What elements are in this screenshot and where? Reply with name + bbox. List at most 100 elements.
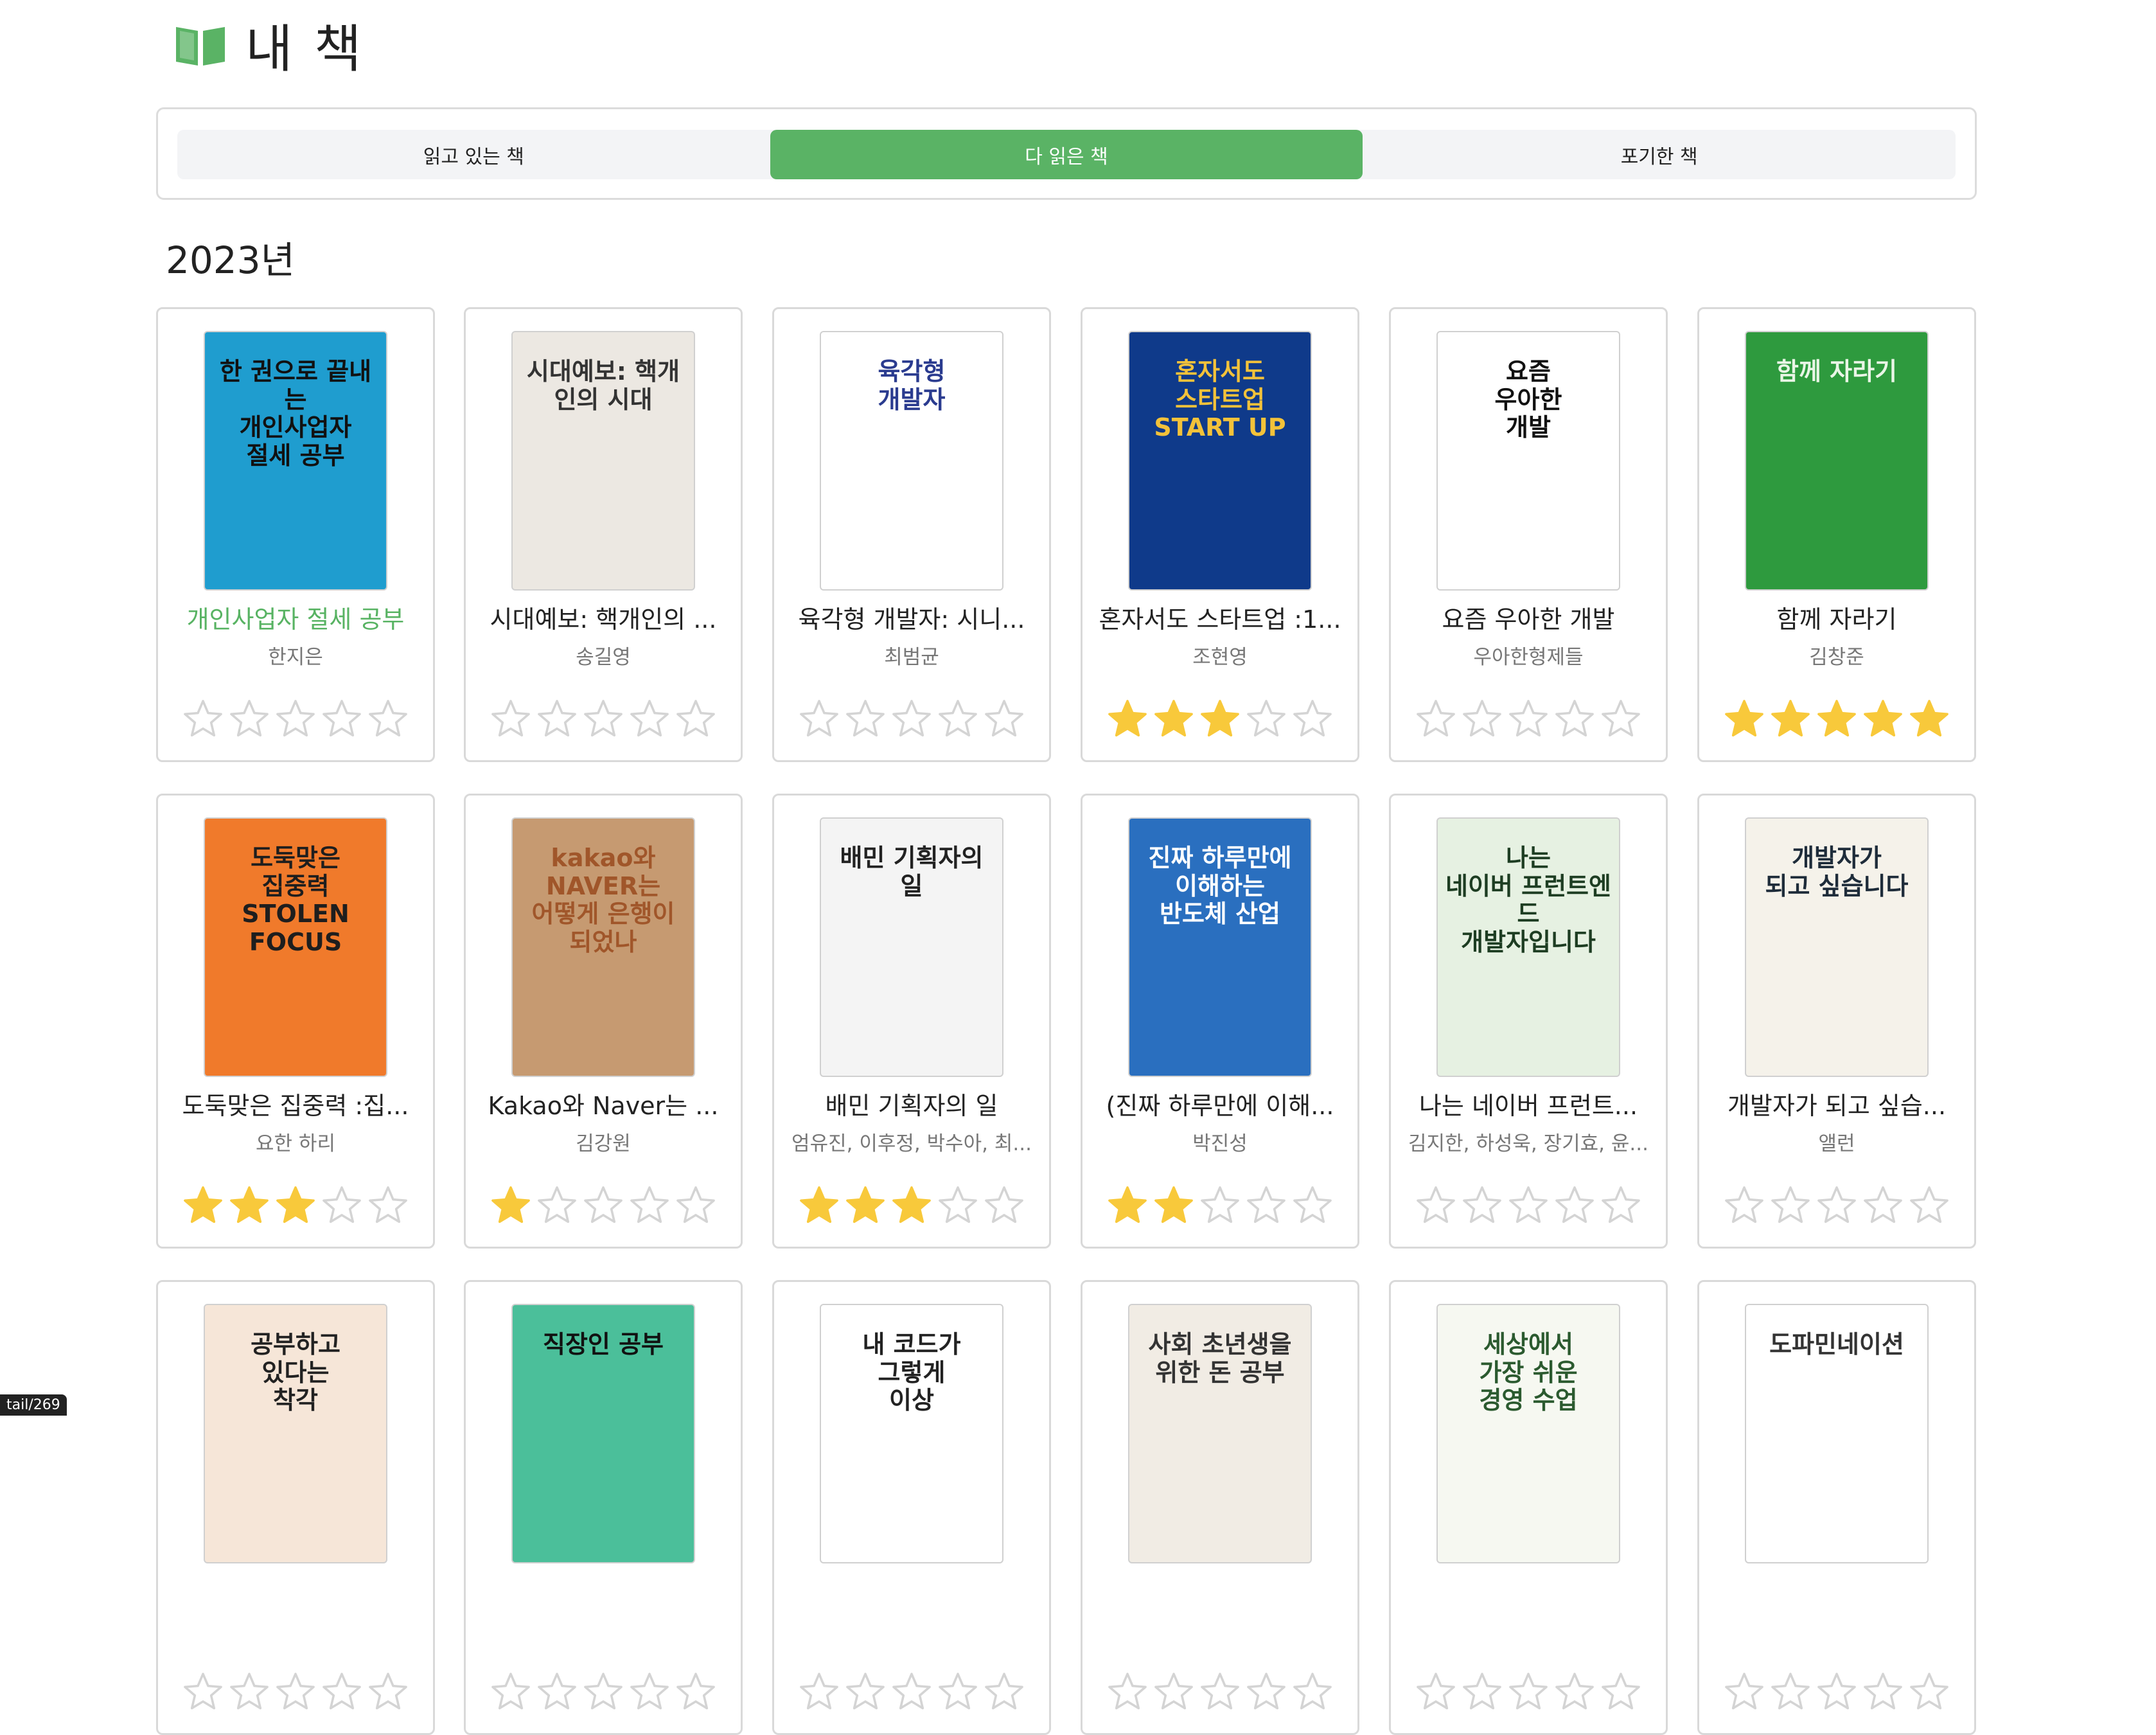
star-empty-icon[interactable] [1199, 1184, 1241, 1227]
star-empty-icon[interactable] [1816, 1184, 1858, 1227]
star-empty-icon[interactable] [1245, 1184, 1287, 1227]
star-empty-icon[interactable] [1461, 698, 1503, 740]
star-empty-icon[interactable] [1461, 1671, 1503, 1713]
book-card[interactable]: 개발자가 되고 싶습니다 개발자가 되고 싶습... 앨런 [1697, 794, 1976, 1249]
star-empty-icon[interactable] [1153, 1671, 1195, 1713]
star-empty-icon[interactable] [844, 1671, 887, 1713]
star-filled-icon[interactable] [1153, 698, 1195, 740]
book-title[interactable]: 배민 기획자의 일 [787, 1086, 1036, 1121]
star-empty-icon[interactable] [1862, 1671, 1904, 1713]
star-empty-icon[interactable] [675, 1671, 717, 1713]
book-cover[interactable]: 사회 초년생을 위한 돈 공부 [1128, 1304, 1312, 1563]
star-empty-icon[interactable] [1769, 1671, 1812, 1713]
book-title[interactable]: 나는 네이버 프런트... [1404, 1086, 1653, 1121]
star-empty-icon[interactable] [1553, 1671, 1596, 1713]
star-filled-icon[interactable] [228, 1184, 270, 1227]
star-filled-icon[interactable] [1816, 698, 1858, 740]
star-empty-icon[interactable] [1199, 1671, 1241, 1713]
star-empty-icon[interactable] [983, 1671, 1025, 1713]
star-empty-icon[interactable] [628, 1671, 671, 1713]
book-card[interactable]: 직장인 공부 [464, 1280, 743, 1735]
star-empty-icon[interactable] [1461, 1184, 1503, 1227]
star-empty-icon[interactable] [1507, 1184, 1550, 1227]
star-empty-icon[interactable] [1908, 1671, 1950, 1713]
book-title[interactable]: 개인사업자 절세 공부 [171, 600, 420, 635]
book-title[interactable]: 육각형 개발자: 시니... [787, 600, 1036, 635]
star-empty-icon[interactable] [1600, 1184, 1642, 1227]
star-filled-icon[interactable] [274, 1184, 317, 1227]
book-card[interactable]: 나는 네이버 프런트엔드 개발자입니다 나는 네이버 프런트... 김지한, 하성욱… [1389, 794, 1668, 1249]
book-card[interactable]: 세상에서 가장 쉬운 경영 수업 [1389, 1280, 1668, 1735]
book-card[interactable]: 배민 기획자의 일 배민 기획자의 일 엄유진, 이후정, 박수아, 최... [772, 794, 1051, 1249]
book-cover[interactable]: 혼자서도 스타트업 START UP [1128, 331, 1312, 591]
star-empty-icon[interactable] [1553, 1184, 1596, 1227]
star-filled-icon[interactable] [890, 1184, 933, 1227]
book-card[interactable]: 도둑맞은 집중력 STOLEN FOCUS 도둑맞은 집중력 :집... 요한 하리 [156, 794, 435, 1249]
star-empty-icon[interactable] [1816, 1671, 1858, 1713]
book-cover[interactable]: 내 코드가 그렇게 이상 [820, 1304, 1003, 1563]
star-empty-icon[interactable] [1415, 1671, 1457, 1713]
star-empty-icon[interactable] [937, 1671, 979, 1713]
star-empty-icon[interactable] [582, 698, 624, 740]
book-title[interactable]: 혼자서도 스타트업 :1... [1095, 600, 1345, 635]
book-card[interactable]: 요즘 우아한 개발 요즘 우아한 개발 우아한형제들 [1389, 307, 1668, 762]
star-empty-icon[interactable] [274, 1671, 317, 1713]
star-empty-icon[interactable] [1291, 1671, 1334, 1713]
tab-abandoned[interactable]: 포기한 책 [1363, 130, 1956, 179]
star-empty-icon[interactable] [182, 1671, 224, 1713]
book-cover[interactable]: 배민 기획자의 일 [820, 817, 1003, 1077]
star-empty-icon[interactable] [536, 1671, 578, 1713]
star-empty-icon[interactable] [536, 698, 578, 740]
star-empty-icon[interactable] [1600, 698, 1642, 740]
star-empty-icon[interactable] [228, 698, 270, 740]
book-card[interactable]: kakao와 NAVER는 어떻게 은행이 되었나 Kakao와 Naver는 .… [464, 794, 743, 1249]
star-empty-icon[interactable] [983, 698, 1025, 740]
book-cover[interactable]: 육각형 개발자 [820, 331, 1003, 591]
star-empty-icon[interactable] [1862, 1184, 1904, 1227]
book-cover[interactable]: 진짜 하루만에 이해하는 반도체 산업 [1128, 817, 1312, 1077]
book-title[interactable]: 시대예보: 핵개인의 ... [479, 600, 728, 635]
book-cover[interactable]: 세상에서 가장 쉬운 경영 수업 [1436, 1304, 1620, 1563]
book-title[interactable]: 요즘 우아한 개발 [1404, 600, 1653, 635]
book-card[interactable]: 육각형 개발자 육각형 개발자: 시니... 최범균 [772, 307, 1051, 762]
star-empty-icon[interactable] [937, 698, 979, 740]
star-empty-icon[interactable] [844, 698, 887, 740]
star-filled-icon[interactable] [1769, 698, 1812, 740]
star-filled-icon[interactable] [1106, 1184, 1149, 1227]
star-empty-icon[interactable] [582, 1671, 624, 1713]
star-empty-icon[interactable] [321, 1671, 363, 1713]
book-card[interactable]: 사회 초년생을 위한 돈 공부 [1081, 1280, 1359, 1735]
star-empty-icon[interactable] [367, 698, 409, 740]
star-empty-icon[interactable] [628, 698, 671, 740]
star-filled-icon[interactable] [182, 1184, 224, 1227]
book-cover[interactable]: 도둑맞은 집중력 STOLEN FOCUS [204, 817, 387, 1077]
tab-reading[interactable]: 읽고 있는 책 [177, 130, 770, 179]
tab-finished[interactable]: 다 읽은 책 [770, 130, 1363, 179]
book-title[interactable]: 도둑맞은 집중력 :집... [171, 1086, 420, 1121]
star-empty-icon[interactable] [1553, 698, 1596, 740]
star-filled-icon[interactable] [1723, 698, 1765, 740]
book-card[interactable]: 내 코드가 그렇게 이상 [772, 1280, 1051, 1735]
book-title[interactable]: Kakao와 Naver는 ... [479, 1086, 728, 1121]
star-empty-icon[interactable] [490, 1671, 532, 1713]
star-empty-icon[interactable] [1507, 698, 1550, 740]
star-filled-icon[interactable] [1199, 698, 1241, 740]
star-empty-icon[interactable] [367, 1671, 409, 1713]
star-empty-icon[interactable] [1507, 1671, 1550, 1713]
star-empty-icon[interactable] [675, 698, 717, 740]
star-empty-icon[interactable] [274, 698, 317, 740]
book-card[interactable]: 진짜 하루만에 이해하는 반도체 산업 (진짜 하루만에 이해... 박진성 [1081, 794, 1359, 1249]
star-filled-icon[interactable] [1862, 698, 1904, 740]
star-empty-icon[interactable] [983, 1184, 1025, 1227]
star-filled-icon[interactable] [798, 1184, 840, 1227]
star-empty-icon[interactable] [890, 698, 933, 740]
star-empty-icon[interactable] [321, 1184, 363, 1227]
star-filled-icon[interactable] [1153, 1184, 1195, 1227]
book-card[interactable]: 도파민네이션 [1697, 1280, 1976, 1735]
book-cover[interactable]: 도파민네이션 [1745, 1304, 1929, 1563]
star-empty-icon[interactable] [228, 1671, 270, 1713]
book-title[interactable]: 개발자가 되고 싶습... [1712, 1086, 1961, 1121]
star-empty-icon[interactable] [1245, 698, 1287, 740]
star-empty-icon[interactable] [490, 698, 532, 740]
book-cover[interactable]: kakao와 NAVER는 어떻게 은행이 되었나 [511, 817, 695, 1077]
